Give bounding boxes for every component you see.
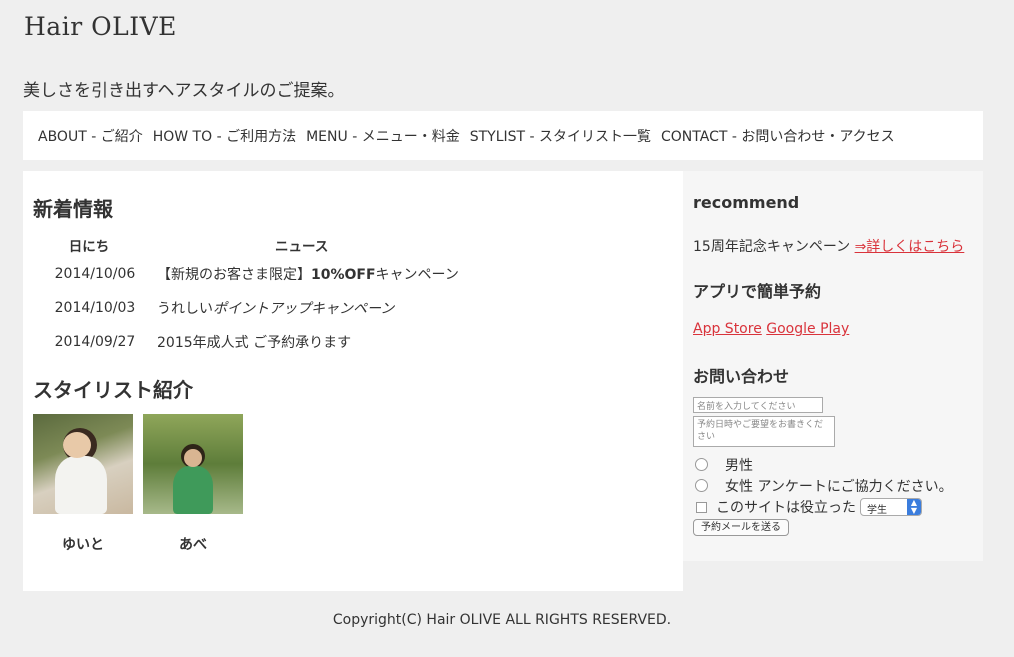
recommend-line: 15周年記念キャンペーン ⇒詳しくはこちら [693, 236, 964, 256]
recommend-text: 15周年記念キャンペーン [693, 239, 855, 255]
submit-button[interactable]: 予約メールを送る [693, 519, 789, 536]
app-store-link[interactable]: App Store [693, 321, 762, 337]
news-col-news: ニュース [275, 239, 329, 255]
news-date: 2014/09/27 [54, 334, 136, 350]
name-input[interactable]: 名前を入力してください [693, 397, 823, 413]
stylist-name: あべ [179, 537, 207, 553]
stylist-list: ゆいと あべ [33, 414, 243, 554]
select-arrows-icon: ▲ ▼ [907, 499, 921, 515]
news-text: 【新規のお客さま限定】10%OFFキャンペーン [157, 267, 459, 283]
request-textarea[interactable]: 予約日時やご要望をお書きください [693, 416, 835, 447]
stylist-heading: スタイリスト紹介 [33, 378, 193, 402]
recommend-heading: recommend [693, 193, 800, 212]
useful-label: このサイトは役立った [716, 500, 856, 516]
gender-male-label: 男性 [725, 458, 753, 474]
footer-copyright: Copyright(C) Hair OLIVE ALL RIGHTS RESER… [332, 612, 672, 628]
nav-item-howto[interactable]: HOW TO - ご利用方法 [153, 126, 296, 146]
stylist-photo[interactable] [143, 414, 243, 514]
gender-male-radio[interactable] [695, 458, 708, 471]
news-date: 2014/10/06 [54, 266, 136, 282]
useful-checkbox[interactable] [696, 502, 707, 513]
contact-heading: お問い合わせ [693, 367, 790, 386]
survey-text: アンケートにご協力ください。 [757, 479, 953, 495]
news-col-date: 日にち [68, 239, 110, 255]
app-heading: アプリで簡単予約 [693, 282, 822, 301]
nav-item-stylist[interactable]: STYLIST - スタイリスト一覧 [470, 126, 651, 146]
gender-female-label: 女性 [725, 479, 753, 495]
news-date: 2014/10/03 [54, 300, 136, 316]
main-content: 新着情報 日にち ニュース 2014/10/06 【新規のお客さま限定】10%O… [23, 171, 683, 591]
main-nav: ABOUT - ご紹介 HOW TO - ご利用方法 MENU - メニュー・料… [23, 111, 983, 160]
table-row: 2014/09/27 2015年成人式 ご予約承ります [33, 325, 459, 359]
table-row: 2014/10/06 【新規のお客さま限定】10%OFFキャンペーン [33, 257, 459, 291]
table-row: 2014/10/03 うれしいポイントアップキャンペーン [33, 291, 459, 325]
select-value: 学生 [867, 505, 887, 516]
occupation-select[interactable]: 学生 ▲ ▼ [860, 498, 922, 516]
gender-female-line: 女性 アンケートにご協力ください。 [725, 476, 953, 496]
stylist-photo[interactable] [33, 414, 133, 514]
stylist-card: あべ [143, 414, 243, 554]
stylist-card: ゆいと [33, 414, 133, 554]
news-text: うれしいポイントアップキャンペーン [157, 301, 395, 317]
site-tagline: 美しさを引き出すヘアスタイルのご提案。 [23, 81, 345, 101]
stylist-name: ゆいと [62, 537, 104, 553]
recommend-link[interactable]: ⇒詳しくはこちら [855, 239, 965, 255]
nav-item-contact[interactable]: CONTACT - お問い合わせ・アクセス [661, 126, 895, 146]
google-play-link[interactable]: Google Play [766, 321, 849, 337]
news-text: 2015年成人式 ご予約承ります [157, 335, 352, 351]
sidebar: recommend 15周年記念キャンペーン ⇒詳しくはこちら アプリで簡単予約… [683, 171, 983, 561]
news-heading: 新着情報 [33, 197, 113, 221]
news-table: 日にち ニュース 2014/10/06 【新規のお客さま限定】10%OFFキャン… [33, 233, 459, 359]
nav-item-menu[interactable]: MENU - メニュー・料金 [306, 126, 460, 146]
nav-item-about[interactable]: ABOUT - ご紹介 [38, 126, 143, 146]
site-logo[interactable]: Hair OLIVE [24, 12, 177, 41]
app-links: App Store Google Play [693, 321, 849, 337]
gender-female-radio[interactable] [695, 479, 708, 492]
